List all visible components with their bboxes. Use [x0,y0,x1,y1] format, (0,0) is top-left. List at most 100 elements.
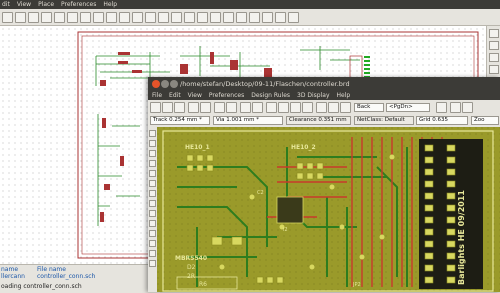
status-name-header: name [1,266,19,273]
annotate-icon[interactable] [223,11,234,23]
pcb-window: /home/stefan/Desktop/09-11/Flaschen/cont… [148,77,500,292]
plot-icon[interactable] [252,102,263,113]
undo-icon[interactable] [214,102,225,113]
highlight-icon[interactable] [489,41,499,50]
pcb-canvas[interactable]: HE10_1 HE10_2 MBRS540 D2 2R R6 C2 i2 JP2… [157,127,500,292]
undo-icon[interactable] [54,11,65,23]
cut-icon[interactable] [93,11,104,23]
pgdn-select[interactable]: <PgDn> [386,103,430,112]
cursor-shape-icon[interactable] [149,180,156,187]
status-name-value: llercann [1,273,25,280]
pcb-menu-view[interactable]: View [188,91,202,100]
units-inch-icon[interactable] [149,160,156,167]
pcb-menu-file[interactable]: File [152,91,162,100]
silk-i2: i2 [283,227,288,233]
copy-icon[interactable] [106,11,117,23]
autodelete-track-icon[interactable] [149,210,156,217]
page-settings-icon[interactable] [41,11,52,23]
bom-icon[interactable] [262,11,273,23]
erc-icon[interactable] [236,11,247,23]
pcb-menu-preferences[interactable]: Preferences [209,91,244,100]
menu-help[interactable]: Help [103,0,117,9]
netlist-icon[interactable] [249,11,260,23]
high-contrast-icon[interactable] [149,260,156,267]
pad-sketch-icon[interactable] [149,230,156,237]
redo-icon[interactable] [67,11,78,23]
redraw-icon[interactable] [290,102,301,113]
grid-select[interactable]: Grid 0.635 [416,116,468,125]
silk-r6: R6 [199,281,207,288]
pcb-window-title: /home/stefan/Desktop/09-11/Flaschen/cont… [180,80,350,88]
pcb-main-toolbar: Back <PgDn> [148,100,500,116]
new-icon[interactable] [2,11,13,23]
pcb-menubar: File Edit View Preferences Design Rules … [148,91,500,100]
zoom-out-icon[interactable] [158,11,169,23]
menu-preferences[interactable]: Preferences [61,0,96,9]
layer-pair-icon[interactable] [436,102,447,113]
open-icon[interactable] [15,11,26,23]
pcbnew-icon[interactable] [288,11,299,23]
redraw-icon[interactable] [171,11,182,23]
menu-view[interactable]: View [17,0,31,9]
redo-icon[interactable] [226,102,237,113]
select-icon[interactable] [489,29,499,38]
polar-coords-icon[interactable] [149,150,156,157]
module-ratsnest-icon[interactable] [149,200,156,207]
zoom-in-icon[interactable] [266,102,277,113]
silk-c2: C2 [257,190,264,196]
zoom-fit-icon[interactable] [302,102,313,113]
pcb-menu-help[interactable]: Help [337,91,351,100]
ratsnest-icon[interactable] [149,190,156,197]
module-editor-icon[interactable] [200,102,211,113]
maximize-icon[interactable] [170,80,178,88]
pcb-menu-3d-display[interactable]: 3D Display [297,91,329,100]
track-width-select[interactable]: Track 0.254 mm * [150,116,210,125]
new-board-icon[interactable] [150,102,161,113]
silk-board-title: Barlights HE 09/2011 [457,190,466,285]
zoom-out-icon[interactable] [278,102,289,113]
zoom-in-icon[interactable] [145,11,156,23]
status-message: oading controller_conn.sch [1,283,82,290]
zoom-fit-icon[interactable] [184,11,195,23]
pcb-drawing [157,127,500,292]
print-icon[interactable] [80,11,91,23]
find-icon[interactable] [132,11,143,23]
save-board-icon[interactable] [174,102,185,113]
clearance-display: Clearance 0.351 mm [286,116,351,125]
pcb-menu-edit[interactable]: Edit [169,91,181,100]
drc-icon[interactable] [340,102,351,113]
show-zones-icon[interactable] [149,220,156,227]
paste-icon[interactable] [119,11,130,23]
netlist-icon[interactable] [328,102,339,113]
hierarchy-icon[interactable] [197,11,208,23]
track-sketch-icon[interactable] [149,250,156,257]
via-size-select[interactable]: Via 1.001 mm * [213,116,283,125]
silk-mbrs540: MBRS540 [175,255,208,262]
grid-toggle-icon[interactable] [149,140,156,147]
units-mm-icon[interactable] [149,170,156,177]
schematic-menubar: dit View Place Preferences Help [0,0,500,9]
library-icon[interactable] [210,11,221,23]
pcb-menu-design-rules[interactable]: Design Rules [251,91,290,100]
add-power-icon[interactable] [489,65,499,74]
autoplace-icon[interactable] [450,102,461,113]
zoom-select[interactable]: Zoo [471,116,499,125]
status-filename-value: controller_conn.sch [37,273,96,280]
schematic-toolbar [0,9,500,26]
find-icon[interactable] [316,102,327,113]
layer-select[interactable]: Back [354,103,384,112]
page-settings-icon[interactable] [188,102,199,113]
add-component-icon[interactable] [489,53,499,62]
close-icon[interactable] [152,80,160,88]
menu-place[interactable]: Place [38,0,54,9]
save-icon[interactable] [28,11,39,23]
cvpcb-icon[interactable] [275,11,286,23]
menu-edit[interactable]: dit [2,0,10,9]
via-sketch-icon[interactable] [149,240,156,247]
status-filename-header: File name [37,266,66,273]
drc-toggle-icon[interactable] [149,130,156,137]
minimize-icon[interactable] [161,80,169,88]
print-icon[interactable] [240,102,251,113]
autoroute-icon[interactable] [462,102,473,113]
open-board-icon[interactable] [162,102,173,113]
